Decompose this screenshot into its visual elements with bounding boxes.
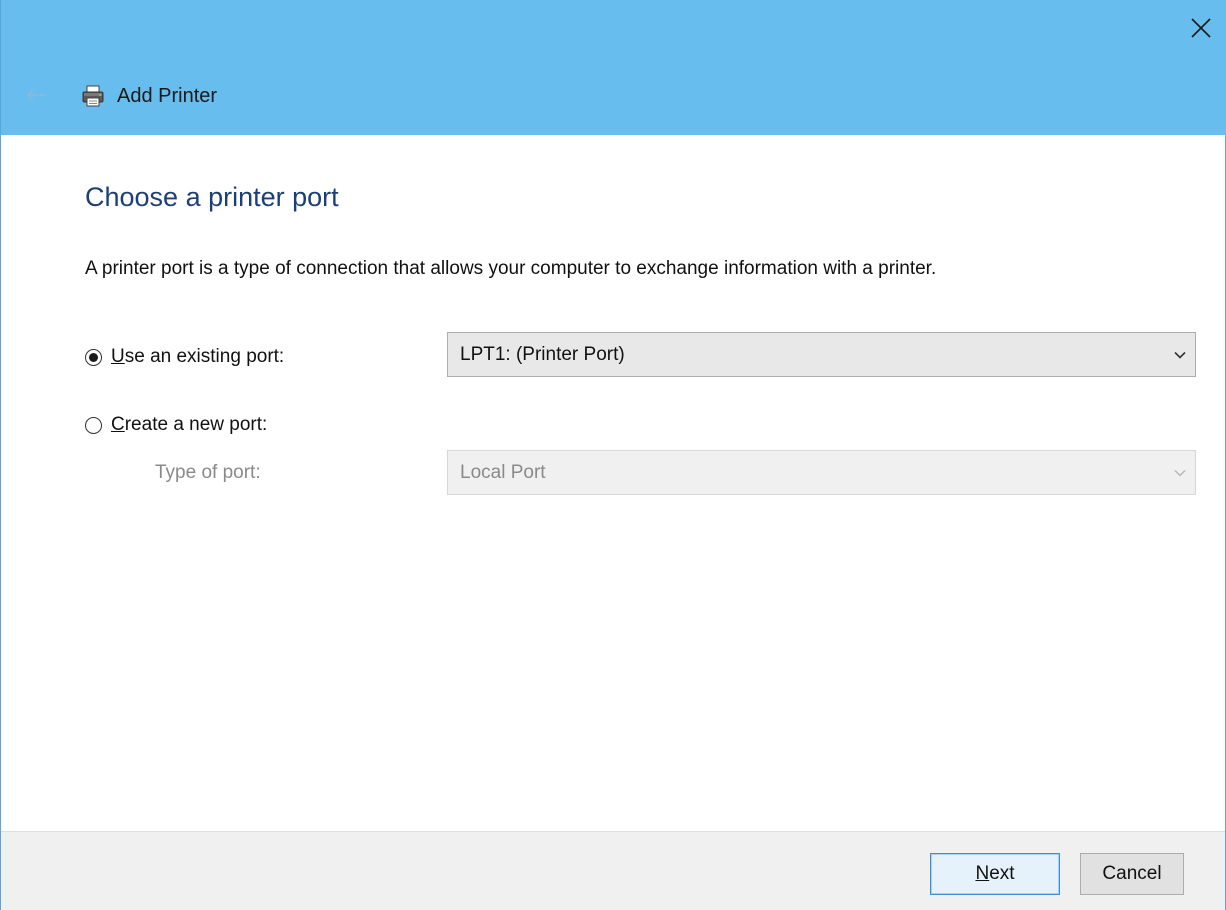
next-accel: N <box>975 863 990 884</box>
existing-port-radio[interactable] <box>85 348 102 366</box>
existing-port-label: Use an existing port: <box>111 346 284 368</box>
existing-port-option[interactable]: Use an existing port: <box>85 346 284 368</box>
new-port-option[interactable]: Create a new port: <box>85 414 267 436</box>
cancel-button[interactable]: Cancel <box>1080 853 1184 895</box>
close-icon <box>1191 18 1211 38</box>
title-bar: Add Printer <box>1 0 1226 135</box>
port-type-label: Type of port: <box>155 462 261 483</box>
existing-port-label-text: se an existing port: <box>124 346 285 367</box>
new-port-label: Create a new port: <box>111 414 267 436</box>
chevron-down-icon <box>1165 469 1195 477</box>
window-title: Add Printer <box>117 85 218 107</box>
back-arrow-icon <box>27 89 45 101</box>
next-label: ext <box>989 863 1015 884</box>
page-description: A printer port is a type of connection t… <box>85 258 937 279</box>
new-port-radio[interactable] <box>85 416 102 434</box>
add-printer-window: Add Printer Choose a printer port A prin… <box>0 0 1226 910</box>
port-type-value: Local Port <box>460 461 546 483</box>
printer-icon <box>82 85 104 107</box>
close-button[interactable] <box>1181 8 1221 48</box>
back-button[interactable] <box>23 82 49 108</box>
new-port-accel: C <box>111 414 125 435</box>
dialog-footer: Next Cancel <box>1 831 1225 910</box>
existing-port-select[interactable]: LPT1: (Printer Port) <box>447 332 1196 377</box>
new-port-label-text: reate a new port: <box>124 414 268 435</box>
existing-port-accel: U <box>111 346 125 367</box>
existing-port-value: LPT1: (Printer Port) <box>460 343 625 365</box>
next-button[interactable]: Next <box>930 853 1060 895</box>
port-type-select: Local Port <box>447 450 1196 495</box>
page-title: Choose a printer port <box>85 182 339 212</box>
chevron-down-icon <box>1165 351 1195 359</box>
